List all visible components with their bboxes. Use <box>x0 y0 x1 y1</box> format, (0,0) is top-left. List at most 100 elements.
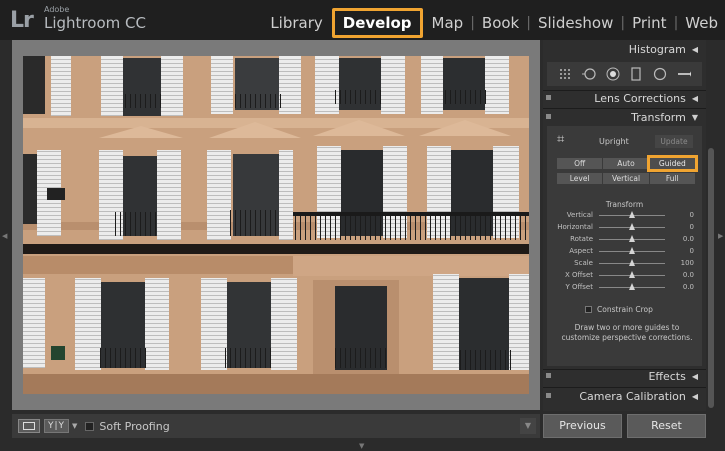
upright-modes-row1: Off Auto Guided <box>557 155 699 172</box>
upright-auto-button[interactable]: Auto <box>603 158 649 169</box>
loupe-view-button[interactable] <box>18 419 40 433</box>
lens-corrections-header[interactable]: Lens Corrections ◀ <box>543 89 706 107</box>
previous-button[interactable]: Previous <box>543 414 622 438</box>
brand-adobe: Adobe <box>44 5 70 14</box>
reset-button[interactable]: Reset <box>627 414 706 438</box>
red-eye-icon[interactable] <box>606 67 620 81</box>
slider-row: Scale 100 <box>547 258 702 269</box>
slider-label: Y Offset <box>565 283 593 291</box>
spot-removal-icon[interactable] <box>581 67 596 81</box>
slider-label: Horizontal <box>557 223 593 231</box>
slider-row: X Offset 0.0 <box>547 270 702 281</box>
slider-thumb[interactable] <box>628 235 635 242</box>
slider-value[interactable]: 0.0 <box>683 235 694 243</box>
transform-section-title: Transform <box>605 200 644 209</box>
slider-row: Vertical 0 <box>547 210 702 221</box>
panel-switch-icon[interactable] <box>546 114 551 119</box>
lightroom-logo: Lr <box>10 8 34 33</box>
slider-thumb[interactable] <box>628 283 635 290</box>
upright-row: ⌗ Upright Update <box>547 130 702 150</box>
radial-filter-icon[interactable] <box>653 67 667 81</box>
panel-scrollbar[interactable] <box>708 148 714 408</box>
camera-calibration-header[interactable]: Camera Calibration ◀ <box>543 387 706 405</box>
panel-switch-icon[interactable] <box>546 95 551 100</box>
filmstrip-toggle-icon[interactable]: ▼ <box>359 442 364 450</box>
slider-thumb[interactable] <box>628 271 635 278</box>
slider-row: Y Offset 0.0 <box>547 282 702 293</box>
upright-level-button[interactable]: Level <box>557 173 603 184</box>
crop-overlay-icon[interactable] <box>558 67 572 81</box>
transform-panel: ⌗ Upright Update Off Auto Guided Level V… <box>547 126 702 366</box>
guided-hint-text: Draw two or more guides to customize per… <box>561 323 693 342</box>
slider-row: Aspect 0 <box>547 246 702 257</box>
slider-value[interactable]: 100 <box>681 259 694 267</box>
upright-vertical-button[interactable]: Vertical <box>603 173 649 184</box>
soft-proofing-checkbox[interactable] <box>85 421 95 431</box>
before-after-button[interactable]: Y|Y <box>44 419 70 433</box>
upright-label: Upright <box>599 137 629 146</box>
right-panel-toggle-icon[interactable]: ▶ <box>718 232 723 240</box>
constrain-crop-checkbox[interactable] <box>585 306 592 313</box>
panel-switch-icon[interactable] <box>546 373 551 378</box>
module-book[interactable]: Book <box>475 13 526 33</box>
left-panel-toggle-icon[interactable]: ◀ <box>2 232 7 240</box>
toolbar-menu-icon[interactable]: ▼ <box>520 418 536 434</box>
slider-thumb[interactable] <box>628 211 635 218</box>
collapse-left-icon: ◀ <box>691 93 698 103</box>
image-view <box>12 40 540 410</box>
graduated-filter-icon[interactable] <box>629 67 643 81</box>
building-facade-image <box>23 56 529 394</box>
slider-value[interactable]: 0 <box>690 223 694 231</box>
slider-value[interactable]: 0.0 <box>683 271 694 279</box>
bottom-buttons: Previous Reset <box>543 414 706 438</box>
slider-label: Rotate <box>570 235 593 243</box>
module-picker: Library Develop Map | Book | Slideshow |… <box>263 8 725 38</box>
module-library[interactable]: Library <box>263 13 329 33</box>
effects-header[interactable]: Effects ◀ <box>543 367 706 385</box>
slider-value[interactable]: 0 <box>690 211 694 219</box>
upright-guided-button[interactable]: Guided <box>646 155 699 172</box>
before-after-dropdown-icon[interactable]: ▼ <box>72 422 77 430</box>
constrain-crop-label: Constrain Crop <box>597 305 653 314</box>
slider-row: Rotate 0.0 <box>547 234 702 245</box>
photo-canvas[interactable] <box>23 56 529 394</box>
adjustment-brush-icon[interactable] <box>677 67 692 81</box>
slider-thumb[interactable] <box>628 259 635 266</box>
guided-upright-tool-icon[interactable]: ⌗ <box>557 132 564 147</box>
transform-title: Transform <box>631 110 686 124</box>
histogram-header[interactable]: Histogram ◀ <box>543 40 706 58</box>
module-map[interactable]: Map <box>425 13 471 33</box>
slider-label: Scale <box>574 259 593 267</box>
collapse-left-icon: ◀ <box>691 391 698 401</box>
upright-off-button[interactable]: Off <box>557 158 603 169</box>
soft-proofing-label: Soft Proofing <box>99 419 170 433</box>
collapse-left-icon: ◀ <box>691 44 698 54</box>
slider-value[interactable]: 0 <box>690 247 694 255</box>
collapse-left-icon: ◀ <box>691 371 698 381</box>
panel-switch-icon[interactable] <box>546 393 551 398</box>
upright-full-button[interactable]: Full <box>649 173 695 184</box>
module-slideshow[interactable]: Slideshow <box>531 13 620 33</box>
right-panel: Histogram ◀ Lens Corrections ◀ Transform… <box>543 40 706 411</box>
expand-down-icon: ▼ <box>691 112 698 122</box>
slider-label: Vertical <box>566 211 593 219</box>
slider-row: Horizontal 0 <box>547 222 702 233</box>
effects-title: Effects <box>648 369 686 383</box>
module-print[interactable]: Print <box>625 13 674 33</box>
slider-label: Aspect <box>569 247 593 255</box>
develop-toolbar: Y|Y ▼ Soft Proofing ▼ <box>12 414 540 438</box>
upright-modes-row2: Level Vertical Full <box>557 173 695 184</box>
transform-header[interactable]: Transform ▼ <box>543 108 706 126</box>
update-button[interactable]: Update <box>655 135 693 148</box>
top-bar: Lr Adobe Lightroom CC Library Develop Ma… <box>0 0 725 40</box>
brand-name: Lightroom CC <box>44 14 146 32</box>
module-develop[interactable]: Develop <box>331 8 423 38</box>
slider-thumb[interactable] <box>628 223 635 230</box>
camera-calibration-title: Camera Calibration <box>579 389 686 403</box>
slider-value[interactable]: 0.0 <box>683 283 694 291</box>
slider-thumb[interactable] <box>628 247 635 254</box>
lens-corrections-title: Lens Corrections <box>594 91 686 105</box>
tool-strip <box>547 62 702 86</box>
module-web[interactable]: Web <box>678 13 725 33</box>
constrain-crop-row[interactable]: Constrain Crop <box>585 305 653 314</box>
